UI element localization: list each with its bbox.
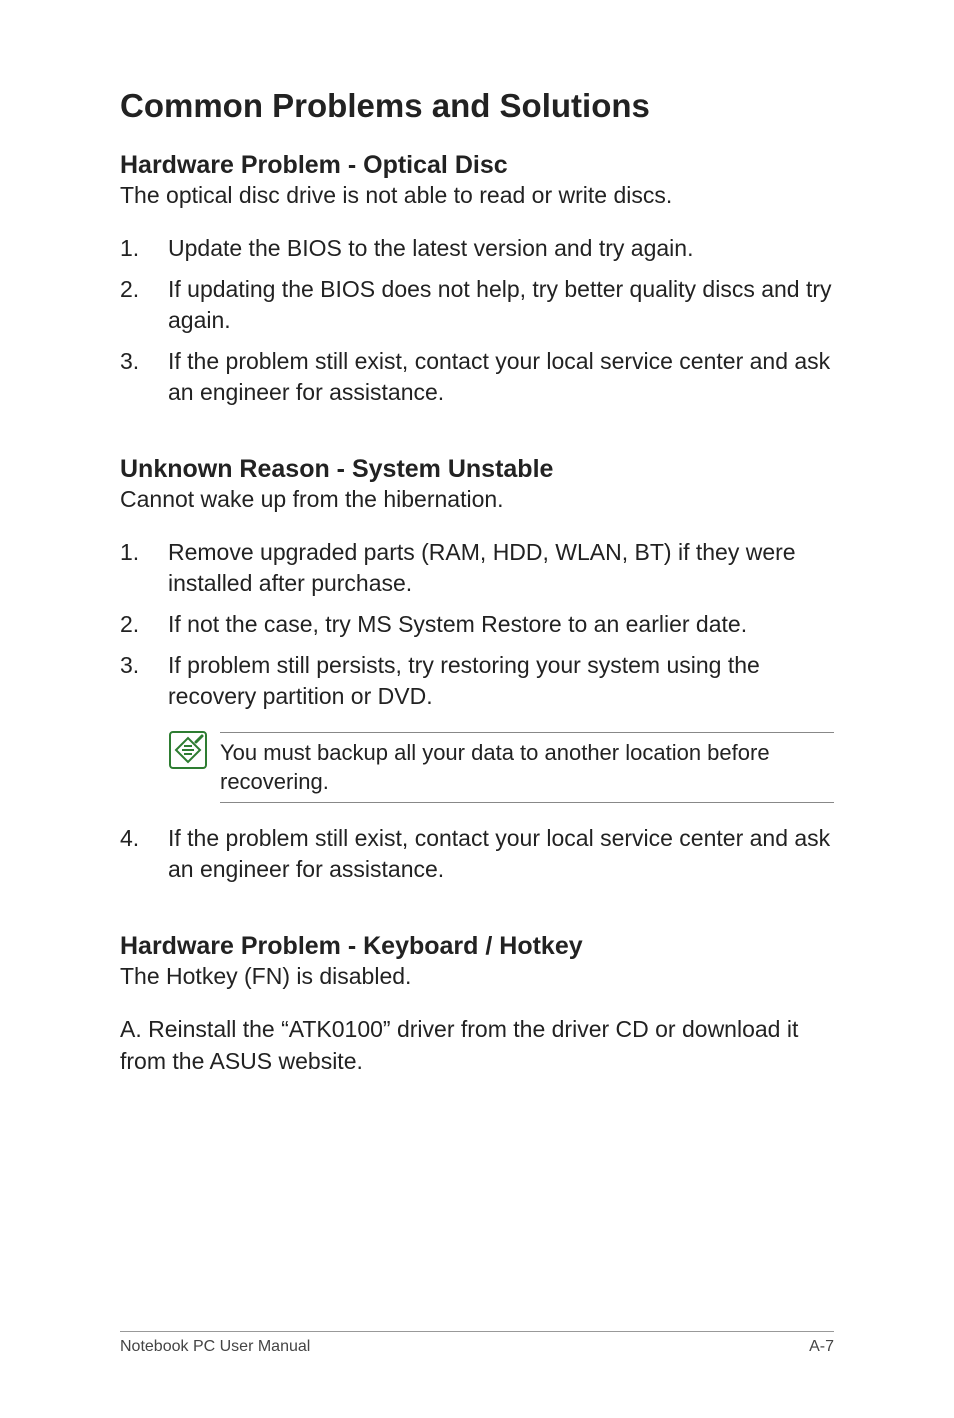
list-item: 3. If problem still persists, try restor… xyxy=(120,650,834,712)
list-item: 2. If not the case, try MS System Restor… xyxy=(120,609,834,640)
note-callout: You must backup all your data to another… xyxy=(168,726,834,809)
section-intro: The Hotkey (FN) is disabled. xyxy=(120,961,834,992)
section-intro: Cannot wake up from the hibernation. xyxy=(120,484,834,515)
note-icon xyxy=(168,730,220,775)
list-item: 4. If the problem still exist, contact y… xyxy=(120,823,834,885)
divider xyxy=(220,802,834,803)
list-text: Update the BIOS to the latest version an… xyxy=(168,233,834,264)
section-body: A. Reinstall the “ATK0100” driver from t… xyxy=(120,1014,834,1076)
list-text: If problem still persists, try restoring… xyxy=(168,650,834,712)
list-number: 4. xyxy=(120,823,168,885)
section-optical-disc: Hardware Problem - Optical Disc The opti… xyxy=(120,150,834,408)
ordered-list: 1. Remove upgraded parts (RAM, HDD, WLAN… xyxy=(120,537,834,712)
list-text: If not the case, try MS System Restore t… xyxy=(168,609,834,640)
ordered-list-continued: 4. If the problem still exist, contact y… xyxy=(120,823,834,885)
list-number: 3. xyxy=(120,650,168,712)
footer-right: A-7 xyxy=(809,1338,834,1356)
list-number: 1. xyxy=(120,537,168,599)
section-heading: Unknown Reason - System Unstable xyxy=(120,454,834,484)
section-system-unstable: Unknown Reason - System Unstable Cannot … xyxy=(120,454,834,886)
list-number: 3. xyxy=(120,346,168,408)
section-intro: The optical disc drive is not able to re… xyxy=(120,180,834,211)
note-body: You must backup all your data to another… xyxy=(220,726,834,809)
list-item: 1. Update the BIOS to the latest version… xyxy=(120,233,834,264)
list-number: 2. xyxy=(120,609,168,640)
list-text: If the problem still exist, contact your… xyxy=(168,823,834,885)
page: Common Problems and Solutions Hardware P… xyxy=(0,0,954,1418)
list-item: 3. If the problem still exist, contact y… xyxy=(120,346,834,408)
note-text: You must backup all your data to another… xyxy=(220,733,834,802)
list-item: 2. If updating the BIOS does not help, t… xyxy=(120,274,834,336)
list-number: 2. xyxy=(120,274,168,336)
list-text: Remove upgraded parts (RAM, HDD, WLAN, B… xyxy=(168,537,834,599)
list-text: If the problem still exist, contact your… xyxy=(168,346,834,408)
section-heading: Hardware Problem - Optical Disc xyxy=(120,150,834,180)
footer-left: Notebook PC User Manual xyxy=(120,1338,310,1356)
list-text: If updating the BIOS does not help, try … xyxy=(168,274,834,336)
page-title: Common Problems and Solutions xyxy=(120,86,834,126)
list-item: 1. Remove upgraded parts (RAM, HDD, WLAN… xyxy=(120,537,834,599)
list-number: 1. xyxy=(120,233,168,264)
section-keyboard-hotkey: Hardware Problem - Keyboard / Hotkey The… xyxy=(120,931,834,1076)
ordered-list: 1. Update the BIOS to the latest version… xyxy=(120,233,834,408)
page-footer: Notebook PC User Manual A-7 xyxy=(120,1331,834,1356)
section-heading: Hardware Problem - Keyboard / Hotkey xyxy=(120,931,834,961)
